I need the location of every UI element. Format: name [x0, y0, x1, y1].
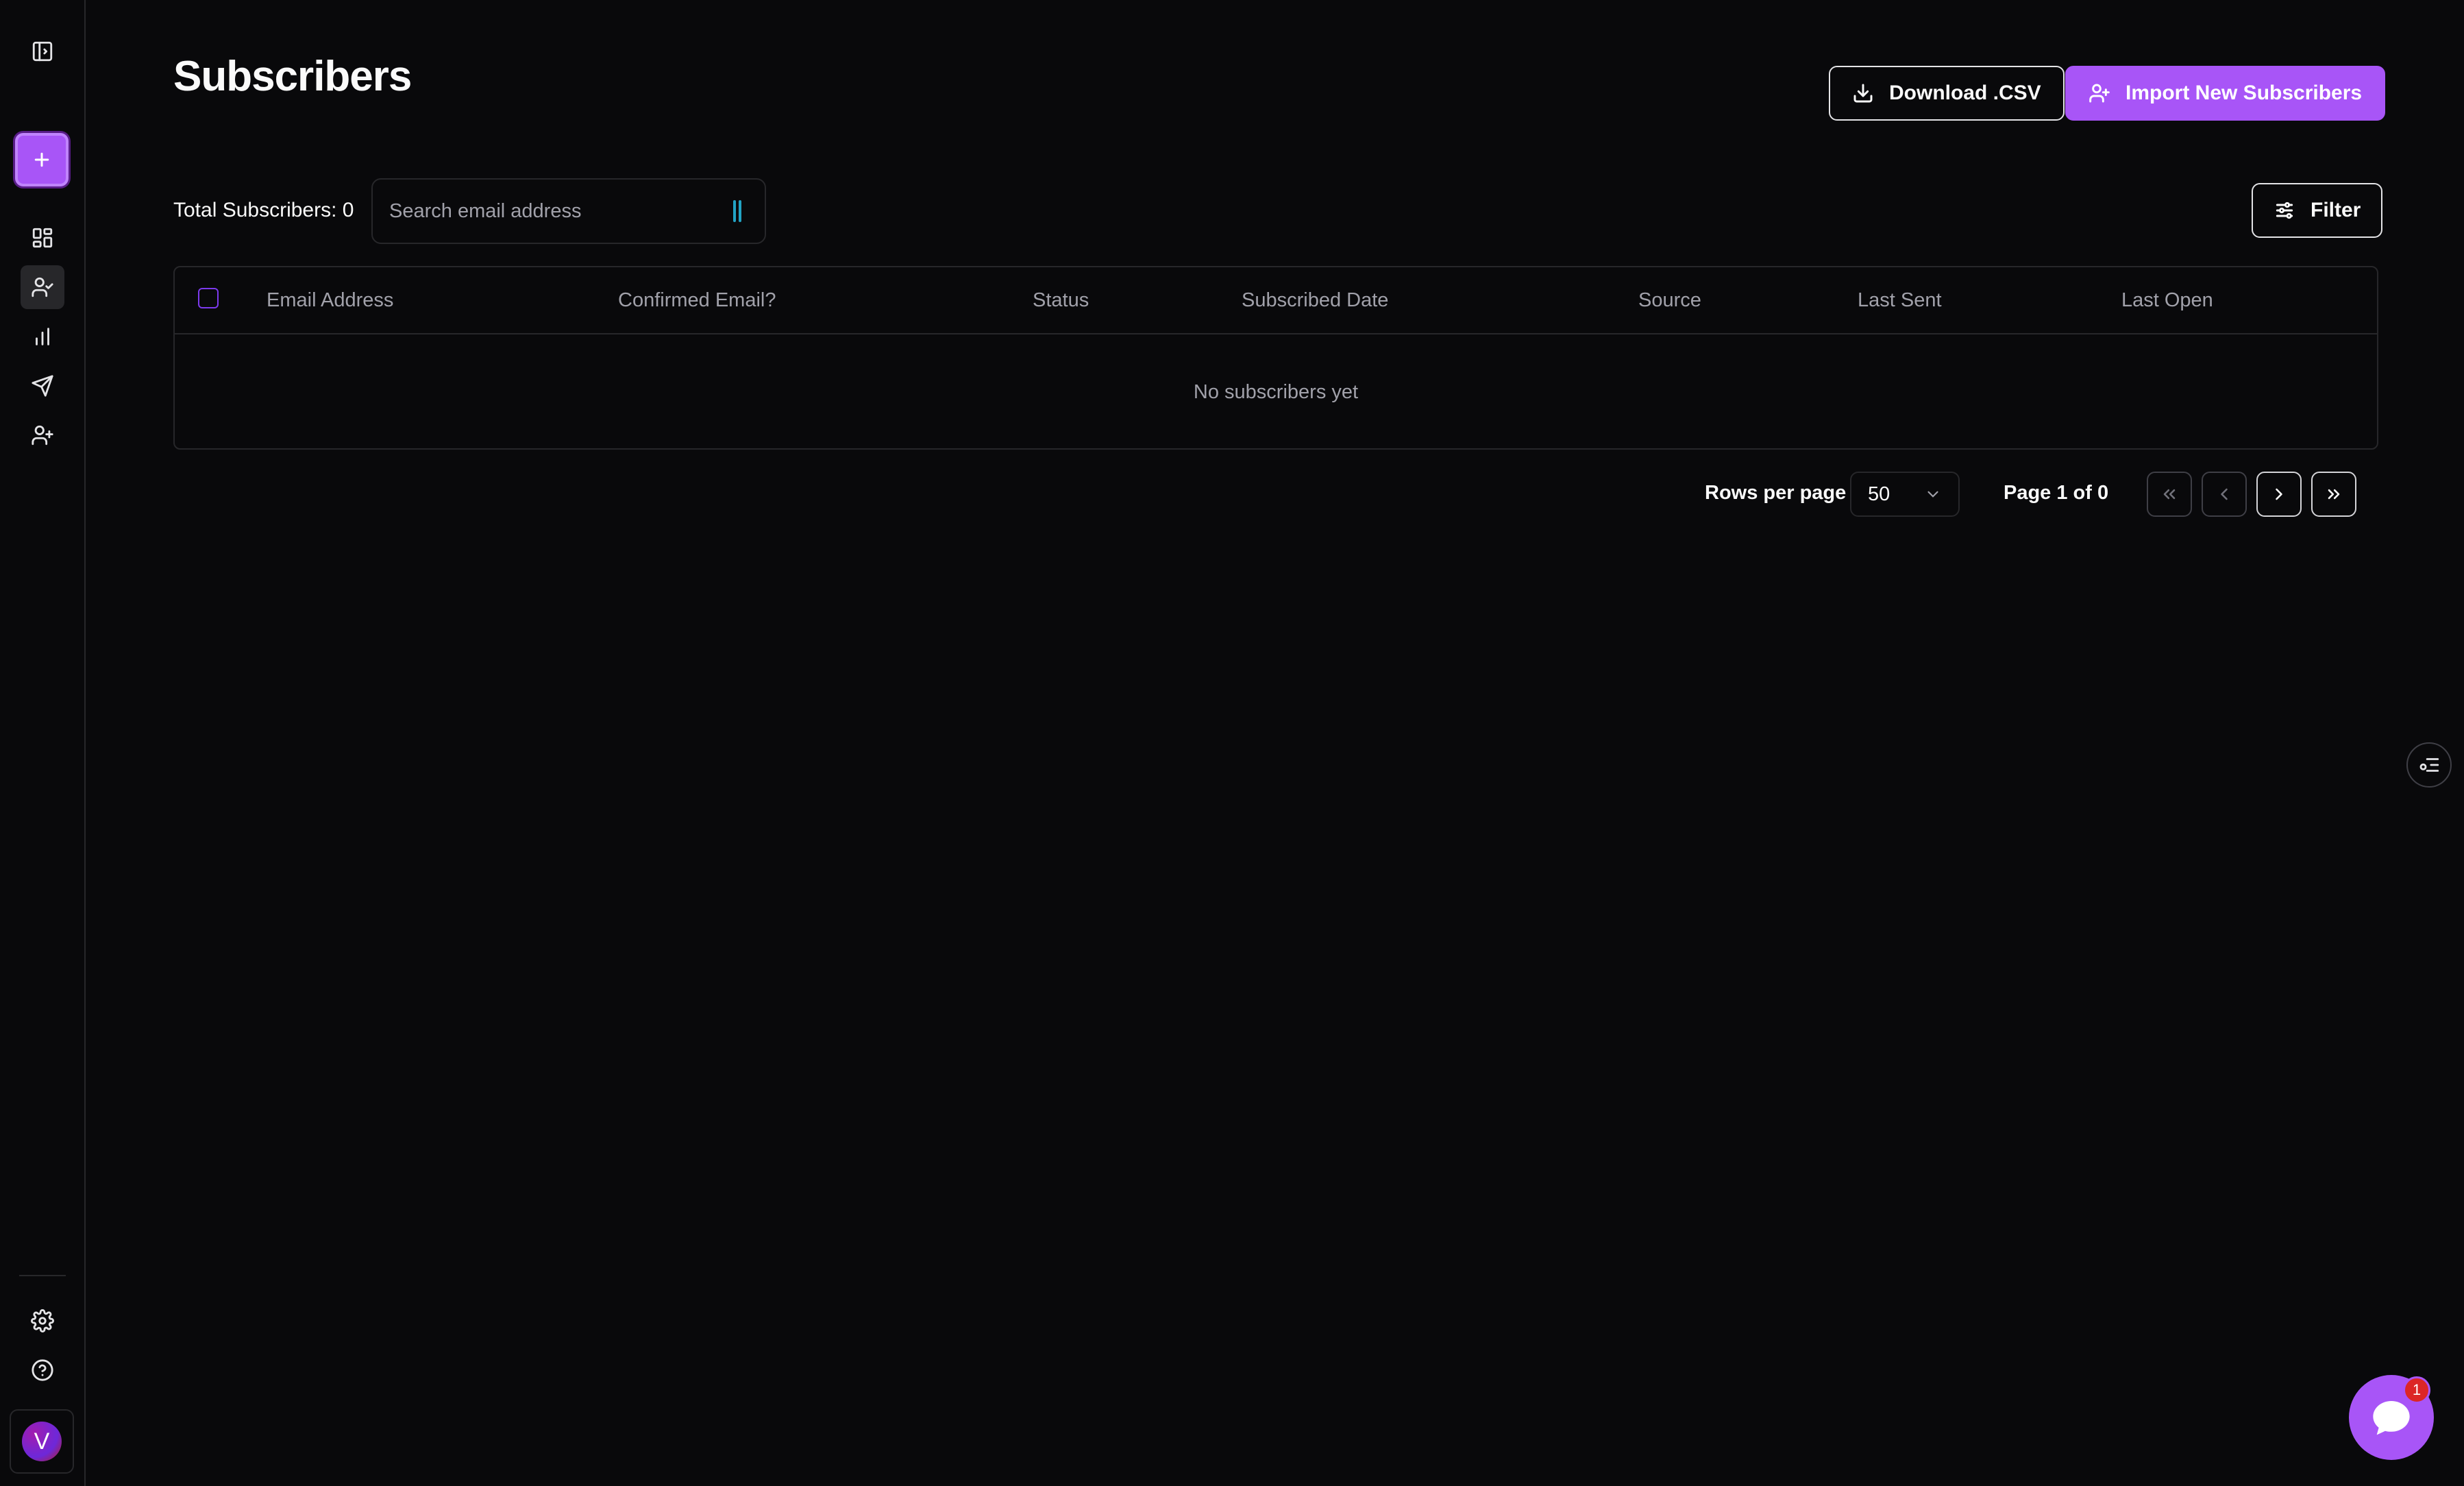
sidebar-divider — [19, 1275, 66, 1276]
column-header-last-open[interactable]: Last Open — [2121, 289, 2213, 312]
import-subscribers-label: Import New Subscribers — [2126, 82, 2363, 104]
next-page-button[interactable] — [2256, 472, 2302, 517]
sidebar: V — [0, 0, 86, 1486]
select-all-checkbox[interactable] — [198, 288, 219, 308]
sidebar-item-send[interactable] — [21, 364, 64, 408]
chevron-right-icon — [2276, 488, 2282, 500]
sidebar-item-dashboard[interactable] — [21, 216, 64, 260]
send-icon — [32, 375, 53, 397]
dashboard-icon — [32, 228, 53, 248]
sidebar-toggle-button[interactable] — [21, 29, 64, 73]
user-menu-button[interactable]: V — [10, 1409, 74, 1474]
avatar-initial: V — [34, 1428, 50, 1454]
sliders-icon — [2276, 202, 2293, 219]
previous-page-button[interactable] — [2202, 472, 2247, 517]
column-header-status[interactable]: Status — [1033, 289, 1089, 312]
download-csv-button[interactable]: Download .CSV — [1829, 66, 2065, 121]
chevrons-left-icon — [2163, 489, 2176, 500]
rows-per-page-select[interactable]: 50 — [1850, 472, 1960, 517]
column-header-confirmed-email[interactable]: Confirmed Email? — [618, 289, 776, 312]
search-extension-icon — [733, 200, 748, 222]
app-root: V Subscribers Download .CSV Import New S… — [0, 0, 2464, 1486]
sidebar-item-help[interactable] — [21, 1348, 64, 1392]
import-subscribers-button[interactable]: Import New Subscribers — [2065, 66, 2386, 121]
settings-icon — [31, 1309, 54, 1332]
subscribers-icon — [32, 277, 53, 297]
list-settings-icon — [2419, 758, 2439, 772]
download-icon — [1853, 84, 1873, 103]
chat-bubble-icon — [2373, 1401, 2410, 1435]
floating-tool-button[interactable] — [2406, 742, 2452, 788]
search-input[interactable] — [389, 199, 733, 223]
column-header-email[interactable]: Email Address — [267, 289, 393, 312]
column-header-source[interactable]: Source — [1638, 289, 1701, 312]
column-header-subscribed-date[interactable]: Subscribed Date — [1242, 289, 1388, 312]
empty-state-message: No subscribers yet — [1193, 380, 1359, 403]
filter-label: Filter — [2311, 199, 2361, 221]
add-user-icon — [32, 425, 53, 446]
user-plus-icon — [2089, 84, 2110, 103]
chevron-down-icon — [1927, 491, 1938, 498]
column-header-last-sent[interactable]: Last Sent — [1858, 289, 1942, 312]
chevron-left-icon — [2221, 488, 2228, 500]
rows-per-page-value: 50 — [1868, 483, 1890, 505]
last-page-button[interactable] — [2311, 472, 2356, 517]
chat-notification-badge: 1 — [2403, 1376, 2430, 1404]
analytics-icon — [36, 328, 49, 345]
help-icon — [32, 1359, 53, 1381]
total-subscribers-count: Total Subscribers: 0 — [173, 199, 354, 221]
sidebar-item-add-user[interactable] — [21, 413, 64, 457]
search-field[interactable] — [371, 178, 766, 244]
sidebar-item-analytics[interactable] — [21, 315, 64, 358]
chevrons-right-icon — [2328, 489, 2340, 500]
first-page-button[interactable] — [2147, 472, 2192, 517]
sidebar-toggle-icon — [32, 41, 53, 62]
plus-icon — [34, 152, 49, 167]
filter-button[interactable]: Filter — [2252, 183, 2383, 238]
create-new-button[interactable] — [15, 133, 69, 186]
page-indicator: Page 1 of 0 — [2004, 482, 2109, 504]
sidebar-item-settings[interactable] — [21, 1299, 64, 1343]
subscribers-table: Email Address Confirmed Email? Status Su… — [173, 266, 2378, 450]
sidebar-item-subscribers[interactable] — [21, 265, 64, 309]
download-csv-label: Download .CSV — [1889, 82, 2041, 104]
avatar: V — [22, 1422, 62, 1461]
rows-per-page-label: Rows per page — [1705, 482, 1847, 504]
table-header: Email Address Confirmed Email? Status Su… — [175, 267, 2377, 334]
page-title: Subscribers — [173, 53, 412, 100]
